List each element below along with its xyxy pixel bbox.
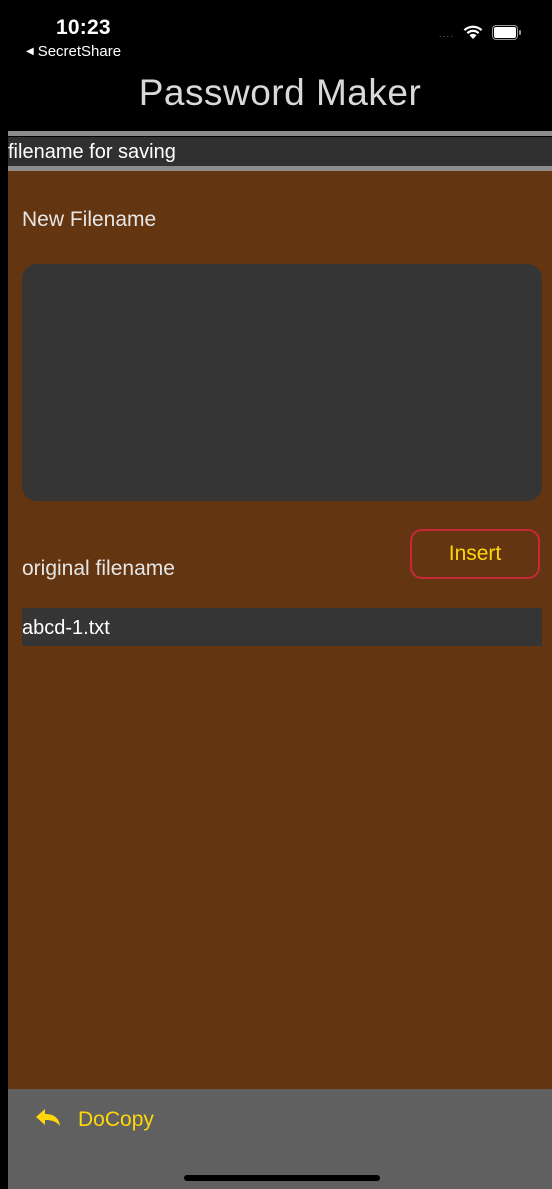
- back-triangle-icon: ◀: [26, 46, 34, 57]
- app-screen: 10:23 ◀ SecretShare .... Password Maker …: [0, 0, 552, 1189]
- reply-arrow-icon: [34, 1107, 62, 1133]
- divider: [8, 131, 552, 136]
- section-header: filename for saving: [8, 137, 552, 166]
- signal-icon: ....: [438, 29, 454, 40]
- back-app-label: SecretShare: [37, 43, 122, 60]
- docopy-label: DoCopy: [78, 1108, 154, 1131]
- page-title: Password Maker: [138, 72, 422, 113]
- content-area: New Filename original filename Insert ab…: [8, 171, 552, 1089]
- status-bar: 10:23 ◀ SecretShare ....: [8, 0, 552, 66]
- status-icons: ....: [439, 24, 522, 45]
- home-indicator[interactable]: [184, 1175, 380, 1181]
- new-filename-label: New Filename: [22, 208, 157, 231]
- docopy-button[interactable]: DoCopy: [34, 1107, 154, 1133]
- status-time: 10:23: [56, 16, 111, 39]
- battery-icon: [492, 24, 522, 45]
- new-filename-input[interactable]: [22, 264, 542, 501]
- back-to-app-link[interactable]: ◀ SecretShare: [26, 43, 121, 60]
- original-filename-label: original filename: [22, 557, 175, 580]
- insert-button[interactable]: Insert: [410, 529, 540, 579]
- bottom-toolbar: DoCopy: [8, 1089, 552, 1189]
- wifi-icon: [462, 24, 484, 45]
- original-filename-field[interactable]: abcd-1.txt: [22, 608, 542, 646]
